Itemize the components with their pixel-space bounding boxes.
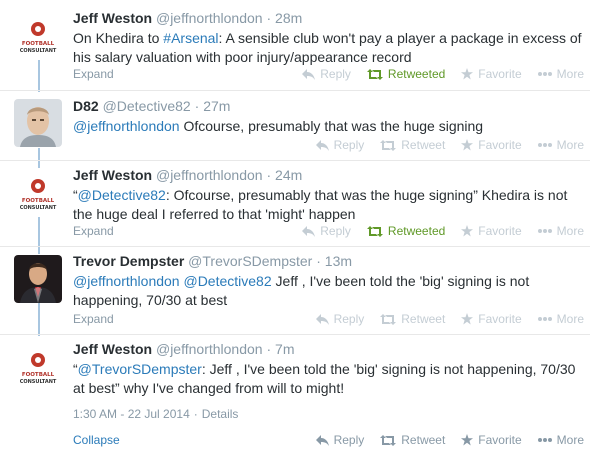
display-name[interactable]: Jeff Weston (73, 341, 152, 357)
tweet-text: On Khedira to #Arsenal: A sensible club … (73, 30, 582, 65)
expand-link[interactable]: Expand (73, 67, 114, 81)
avatar[interactable]: FOOTBALL CONSULTANT (14, 343, 62, 391)
retweet-icon (380, 139, 397, 151)
mention-link[interactable]: @jeffnorthlondon (73, 273, 180, 289)
reply-icon (302, 225, 316, 237)
svg-text:CONSULTANT: CONSULTANT (20, 379, 57, 385)
star-icon (461, 139, 474, 151)
hashtag-link[interactable]: #Arsenal (163, 30, 218, 46)
tweet[interactable]: FOOTBALL CONSULTANT Jeff Weston @jeffnor… (0, 160, 590, 246)
retweet-icon (366, 225, 383, 237)
more-icon (537, 317, 552, 321)
collapse-link[interactable]: Collapse (73, 433, 120, 447)
retweet-action[interactable]: Retweet (380, 433, 445, 447)
timestamp-link[interactable]: 28m (275, 10, 302, 26)
tweet-header: D82 @Detective82 · 27m (73, 98, 231, 114)
timestamp-link[interactable]: 24m (275, 167, 302, 183)
display-name[interactable]: Trevor Dempster (73, 253, 184, 269)
favorite-action[interactable]: Favorite (461, 138, 522, 152)
reply-action[interactable]: Reply (315, 138, 364, 152)
reply-icon (315, 139, 329, 151)
tweet-text: @jeffnorthlondon Ofcourse, presumably th… (73, 118, 484, 134)
username[interactable]: @Detective82 (103, 98, 191, 114)
star-icon (461, 313, 474, 325)
more-action[interactable]: More (537, 67, 584, 81)
more-icon (537, 72, 552, 76)
more-icon (537, 229, 552, 233)
username[interactable]: @jeffnorthlondon (156, 167, 263, 183)
svg-text:FOOTBALL: FOOTBALL (22, 41, 55, 47)
mention-link[interactable]: @Detective82 (78, 187, 166, 203)
mention-link[interactable]: @Detective82 (183, 273, 271, 289)
tweet-header: Jeff Weston @jeffnorthlondon · 24m (73, 167, 303, 183)
avatar[interactable] (14, 255, 62, 303)
username[interactable]: @TrevorSDempster (188, 253, 312, 269)
favorite-action[interactable]: Favorite (461, 433, 522, 447)
username[interactable]: @jeffnorthlondon (156, 10, 263, 26)
star-icon (461, 68, 474, 80)
tweet-text: “@Detective82: Ofcourse, presumably that… (73, 187, 568, 222)
reply-icon (302, 68, 316, 80)
retweet-action[interactable]: Retweet (380, 312, 445, 326)
timestamp-link[interactable]: 27m (203, 98, 230, 114)
reply-action[interactable]: Reply (315, 433, 364, 447)
tweet-header: Jeff Weston @jeffnorthlondon · 7m (73, 341, 295, 357)
more-action[interactable]: More (537, 433, 584, 447)
tweet-text: @jeffnorthlondon @Detective82 Jeff , I'v… (73, 273, 530, 308)
tweet-text: “@TrevorSDempster: Jeff , I've been told… (73, 361, 576, 396)
favorite-action[interactable]: Favorite (461, 312, 522, 326)
expand-link[interactable]: Expand (73, 224, 114, 238)
more-icon (537, 438, 552, 442)
star-icon (461, 434, 474, 446)
svg-text:FOOTBALL: FOOTBALL (22, 198, 55, 204)
retweet-icon (380, 313, 397, 325)
star-icon (461, 225, 474, 237)
svg-text:CONSULTANT: CONSULTANT (20, 48, 57, 54)
svg-text:CONSULTANT: CONSULTANT (20, 205, 57, 211)
tweet-header: Jeff Weston @jeffnorthlondon · 28m (73, 10, 303, 26)
tweet[interactable]: D82 @Detective82 · 27m @jeffnorthlondon … (0, 90, 590, 160)
reply-action[interactable]: Reply (315, 312, 364, 326)
tweet[interactable]: Trevor Dempster @TrevorSDempster · 13m @… (0, 246, 590, 334)
favorite-action[interactable]: Favorite (461, 224, 522, 238)
details-link[interactable]: Details (202, 407, 239, 421)
svg-text:FOOTBALL: FOOTBALL (22, 372, 55, 378)
retweet-action[interactable]: Retweeted (366, 224, 445, 238)
retweet-action[interactable]: Retweet (380, 138, 445, 152)
full-timestamp[interactable]: 1:30 AM - 22 Jul 2014 (73, 407, 190, 421)
timestamp-link[interactable]: 7m (275, 341, 294, 357)
reply-icon (315, 434, 329, 446)
display-name[interactable]: Jeff Weston (73, 167, 152, 183)
tweet[interactable]: FOOTBALL CONSULTANT Jeff Weston @jeffnor… (0, 0, 590, 90)
expand-link[interactable]: Expand (73, 312, 114, 326)
mention-link[interactable]: @TrevorSDempster (78, 361, 202, 377)
timestamp-link[interactable]: 13m (325, 253, 352, 269)
reply-icon (315, 313, 329, 325)
tweet-meta: 1:30 AM - 22 Jul 2014 · Details (73, 407, 239, 421)
more-icon (537, 143, 552, 147)
favorite-action[interactable]: Favorite (461, 67, 522, 81)
tweet[interactable]: FOOTBALL CONSULTANT Jeff Weston @jeffnor… (0, 334, 590, 453)
reply-action[interactable]: Reply (302, 224, 351, 238)
reply-action[interactable]: Reply (302, 67, 351, 81)
more-action[interactable]: More (537, 138, 584, 152)
avatar[interactable] (14, 99, 62, 147)
mention-link[interactable]: @jeffnorthlondon (73, 118, 180, 134)
retweet-icon (366, 68, 383, 80)
tweet-header: Trevor Dempster @TrevorSDempster · 13m (73, 253, 353, 269)
more-action[interactable]: More (537, 224, 584, 238)
display-name[interactable]: Jeff Weston (73, 10, 152, 26)
avatar[interactable]: FOOTBALL CONSULTANT (14, 12, 62, 60)
retweet-icon (380, 434, 397, 446)
avatar[interactable]: FOOTBALL CONSULTANT (14, 169, 62, 217)
retweet-action[interactable]: Retweeted (366, 67, 445, 81)
more-action[interactable]: More (537, 312, 584, 326)
display-name[interactable]: D82 (73, 98, 99, 114)
username[interactable]: @jeffnorthlondon (156, 341, 263, 357)
